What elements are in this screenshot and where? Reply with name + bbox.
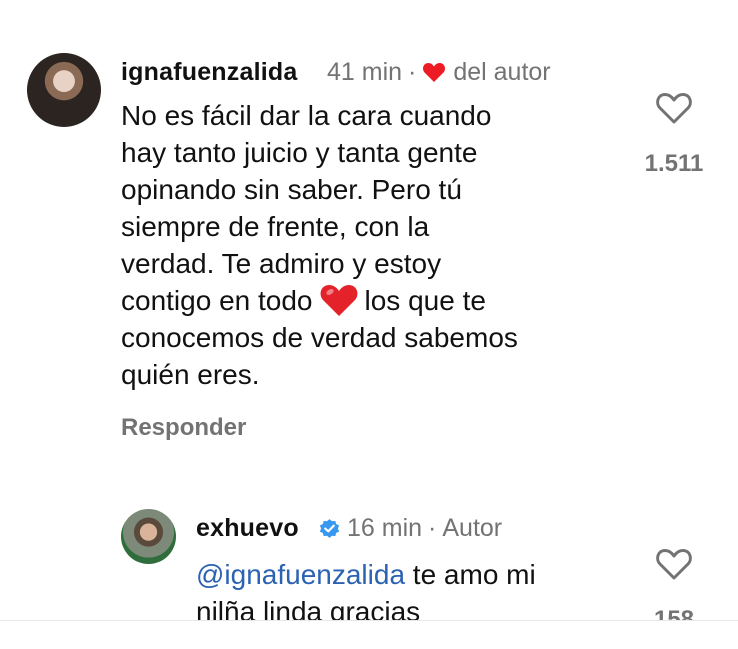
comment-line: opinando sin saber. Pero tú — [121, 174, 462, 205]
comment-line: quién eres. — [121, 359, 260, 390]
heart-outline-icon[interactable] — [654, 90, 694, 126]
mention-link[interactable]: @ignafuenzalida — [196, 559, 405, 590]
comment-time: 41 min — [327, 58, 403, 86]
bottom-bar — [0, 620, 738, 649]
comment-line: contigo en todo los que te — [121, 282, 518, 319]
avatar[interactable] — [121, 509, 176, 564]
red-heart-icon — [423, 63, 446, 82]
comment-meta: 41 min · del autor — [327, 58, 551, 87]
comment-username[interactable]: exhuevo — [196, 514, 299, 543]
comment-username[interactable]: ignafuenzalida — [121, 58, 297, 87]
separator-dot: · — [408, 58, 417, 86]
comment-line: No es fácil dar la cara cuando — [121, 100, 492, 131]
separator-dot: · — [428, 514, 437, 542]
verified-badge-icon — [319, 519, 340, 538]
comment-text: No es fácil dar la cara cuando hay tanto… — [121, 97, 518, 393]
comment-time: 16 min — [347, 514, 423, 542]
comment-line: hay tanto juicio y tanta gente — [121, 137, 478, 168]
heart-outline-icon[interactable] — [654, 546, 694, 582]
comment-meta: 16 min · Autor — [314, 514, 502, 543]
comment-line: siempre de frente, con la — [121, 211, 430, 242]
reply-button[interactable]: Responder — [121, 414, 246, 442]
heart-emoji — [320, 285, 357, 316]
comment-segment: te amo mi — [405, 559, 536, 590]
author-label: Autor — [442, 514, 503, 542]
author-like-label: del autor — [453, 58, 551, 86]
like-count: 1.511 — [644, 150, 704, 177]
comment-line: verdad. Te admiro y estoy — [121, 248, 442, 279]
avatar[interactable] — [27, 53, 101, 127]
comment-text: @ignafuenzalida te amo mi nilña linda gr… — [196, 556, 536, 630]
comment-line: conocemos de verdad sabemos — [121, 322, 518, 353]
comment-line: @ignafuenzalida te amo mi — [196, 556, 536, 593]
comment-segment: los que te — [364, 285, 486, 316]
comment-segment: contigo en todo — [121, 285, 313, 316]
